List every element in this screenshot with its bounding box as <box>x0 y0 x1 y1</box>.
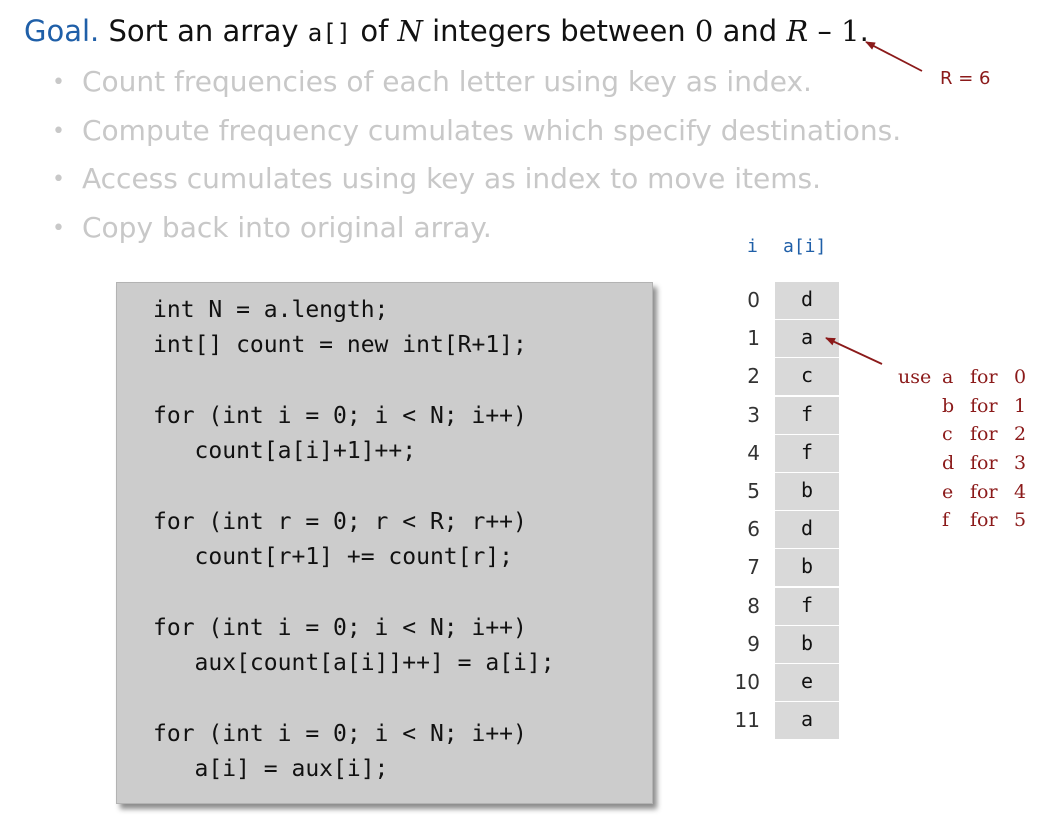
mapping-arrow-icon <box>825 337 883 365</box>
annotation-arrows <box>825 41 923 365</box>
r-arrow-icon <box>865 41 923 72</box>
